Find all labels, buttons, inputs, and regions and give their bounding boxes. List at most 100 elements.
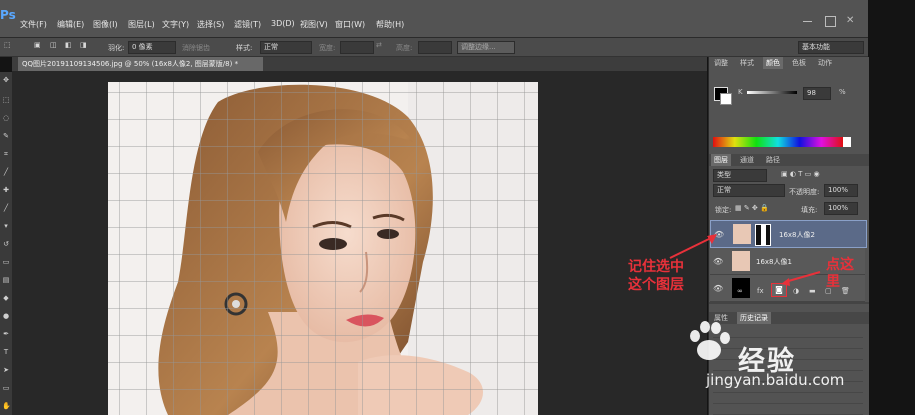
layer-kind-filter[interactable]: 类型 <box>713 169 767 182</box>
menu-help[interactable]: 帮助(H) <box>376 19 404 30</box>
options-bar: ⬚ ▣ ◫ ◧ ◨ 羽化: 0 像素 消除锯齿 样式: 正常 宽度: ⇄ 高度:… <box>0 38 868 57</box>
grid-line <box>254 82 255 415</box>
menu-type[interactable]: 文字(Y) <box>162 19 189 30</box>
workspace-select[interactable]: 基本功能 <box>798 41 864 54</box>
layer-name[interactable]: 16x8人像2 <box>779 230 815 240</box>
color-slider[interactable] <box>747 91 797 94</box>
menu-edit[interactable]: 编辑(E) <box>57 19 84 30</box>
blend-mode-select[interactable]: 正常 <box>713 184 785 197</box>
tab-adjustments[interactable]: 调整 <box>711 57 731 69</box>
tab-swatches[interactable]: 色板 <box>789 57 809 69</box>
menu-view[interactable]: 视图(V) <box>300 19 328 30</box>
annotation-click-here: 点这 里 <box>826 257 854 291</box>
grid-line <box>281 82 282 415</box>
document-tab[interactable]: QQ图片20191109134506.jpg @ 50% (16x8人像2, 图… <box>18 57 263 71</box>
color-ramp-white[interactable] <box>843 137 851 147</box>
intersect-selection-icon[interactable]: ◨ <box>80 41 87 49</box>
lock-label: 锁定: <box>715 206 732 214</box>
menu-select[interactable]: 选择(S) <box>197 19 224 30</box>
grid-line <box>108 254 538 255</box>
lock-icons[interactable]: ▦ ✎ ✥ 🔒 <box>735 204 769 212</box>
tab-actions[interactable]: 动作 <box>815 57 835 69</box>
history-row[interactable] <box>713 404 863 415</box>
background-color-swatch[interactable] <box>720 93 732 105</box>
menu-image[interactable]: 图像(I) <box>93 19 118 30</box>
grid-line <box>200 82 201 415</box>
history-row[interactable] <box>713 327 863 338</box>
antialias-checkbox[interactable]: 消除锯齿 <box>182 43 210 53</box>
layer-style-icon[interactable]: fx <box>757 287 764 295</box>
new-selection-icon[interactable]: ▣ <box>34 41 41 49</box>
tab-color[interactable]: 颜色 <box>763 57 783 69</box>
color-channel-label: K <box>738 88 743 96</box>
grid-line <box>443 82 444 415</box>
annotation-line: 这个图层 <box>628 277 684 293</box>
height-input[interactable] <box>418 41 452 54</box>
pen-tool-icon[interactable]: ✒ <box>2 330 10 338</box>
link-layers-icon[interactable]: ∞ <box>737 287 743 295</box>
color-ramp[interactable] <box>713 137 843 147</box>
layer-name[interactable]: 16x8人像1 <box>756 257 792 267</box>
tab-layers[interactable]: 图层 <box>711 154 731 166</box>
gradient-tool-icon[interactable]: ▤ <box>2 276 10 284</box>
photoshop-logo: Ps <box>0 8 16 22</box>
grid-line <box>335 82 336 415</box>
quick-select-icon[interactable]: ✎ <box>2 132 10 140</box>
type-tool-icon[interactable]: T <box>2 348 10 356</box>
color-unit: % <box>839 88 846 96</box>
eraser-tool-icon[interactable]: ▭ <box>2 258 10 266</box>
tab-channels[interactable]: 通道 <box>737 154 757 166</box>
layer-mask-thumbnail[interactable] <box>755 224 771 246</box>
group-icon[interactable]: ▬ <box>809 287 816 295</box>
close-icon[interactable]: ✕ <box>846 16 855 26</box>
history-brush-icon[interactable]: ↺ <box>2 240 10 248</box>
tab-styles[interactable]: 样式 <box>737 57 757 69</box>
path-select-icon[interactable]: ➤ <box>2 366 10 374</box>
dodge-tool-icon[interactable]: ● <box>2 312 10 320</box>
history-row[interactable] <box>713 393 863 404</box>
layer-row-selected[interactable]: 👁 16x8人像2 <box>710 220 867 248</box>
eyedropper-icon[interactable]: ╱ <box>2 168 10 176</box>
minimize-icon[interactable] <box>803 16 812 22</box>
document-canvas[interactable] <box>108 82 538 415</box>
crop-tool-icon[interactable]: ⌗ <box>2 150 10 158</box>
width-input[interactable] <box>340 41 374 54</box>
feather-input[interactable]: 0 像素 <box>128 41 176 54</box>
layer-thumbnail <box>733 224 751 244</box>
fill-input[interactable]: 100% <box>824 202 858 215</box>
eye-icon[interactable]: 👁 <box>713 284 723 293</box>
grid-line <box>108 335 538 336</box>
menu-file[interactable]: 文件(F) <box>20 19 47 30</box>
grid-line <box>119 82 120 415</box>
style-select[interactable]: 正常 <box>260 41 312 54</box>
hand-tool-icon[interactable]: ✋ <box>2 402 11 410</box>
subtract-selection-icon[interactable]: ◧ <box>65 41 72 49</box>
brush-tool-icon[interactable]: ╱ <box>2 204 10 212</box>
shape-tool-icon[interactable]: ▭ <box>2 384 10 392</box>
color-value-input[interactable]: 98 <box>803 87 831 100</box>
blur-tool-icon[interactable]: ◆ <box>2 294 10 302</box>
marquee-tool-icon[interactable]: ⬚ <box>4 41 11 49</box>
marquee-tool-icon[interactable]: ⬚ <box>2 96 10 104</box>
height-label: 高度: <box>396 44 413 52</box>
layers-tab-bar <box>709 154 869 166</box>
menu-3d[interactable]: 3D(D) <box>271 19 295 28</box>
menu-window[interactable]: 窗口(W) <box>335 19 365 30</box>
healing-brush-icon[interactable]: ✚ <box>2 186 10 194</box>
refine-edge-button[interactable]: 调整边缘... <box>457 41 515 54</box>
grid-line <box>108 173 538 174</box>
menu-filter[interactable]: 滤镜(T) <box>234 19 261 30</box>
filter-icons[interactable]: ▣ ◐ T ▭ ◉ <box>781 170 820 178</box>
tab-history[interactable]: 历史记录 <box>737 312 771 324</box>
opacity-input[interactable]: 100% <box>824 184 858 197</box>
tab-paths[interactable]: 路径 <box>763 154 783 166</box>
move-tool-icon[interactable]: ✥ <box>2 76 10 84</box>
menu-layer[interactable]: 图层(L) <box>128 19 155 30</box>
adjustment-layer-icon[interactable]: ◑ <box>793 287 799 295</box>
stamp-tool-icon[interactable]: ▾ <box>2 222 10 230</box>
add-selection-icon[interactable]: ◫ <box>50 41 57 49</box>
maximize-icon[interactable] <box>825 16 836 27</box>
swap-dimensions-icon[interactable]: ⇄ <box>376 41 382 49</box>
lasso-tool-icon[interactable]: ◌ <box>2 114 10 122</box>
arrow-to-layer <box>669 234 717 259</box>
